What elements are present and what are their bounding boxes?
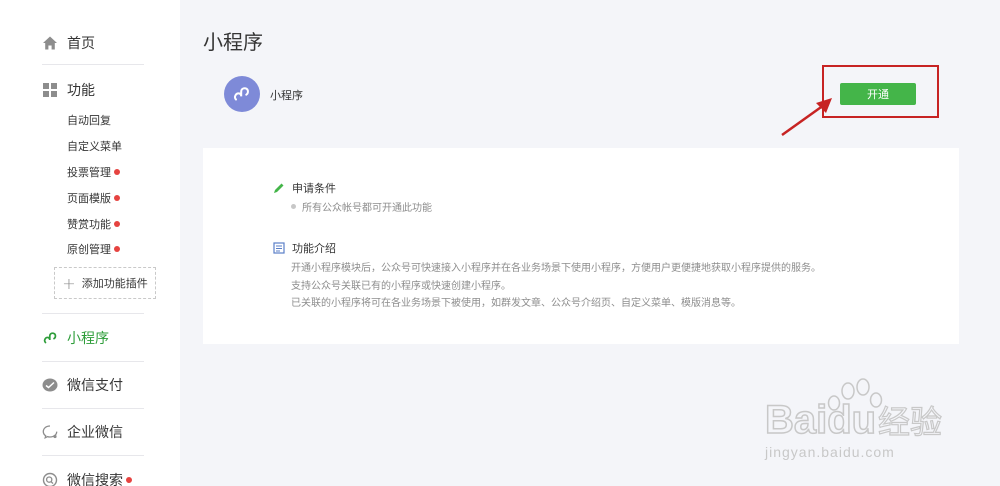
home-icon <box>42 35 58 51</box>
sidebar-divider <box>42 455 144 456</box>
arrow-annotation <box>781 98 832 137</box>
plus-icon: + <box>62 273 76 293</box>
sidebar-item-label: 页面模版 <box>67 192 111 205</box>
notification-dot <box>114 195 120 201</box>
link-icon <box>42 330 58 346</box>
sidebar-item-reward[interactable]: 赞赏功能 <box>67 216 120 232</box>
nav-features-label: 功能 <box>67 83 95 99</box>
intro-line: 开通小程序模块后，公众号可快速接入小程序并在各业务场景下使用小程序，方便用户更便… <box>291 263 821 274</box>
bullet-dot <box>291 204 296 209</box>
notification-dot <box>114 169 120 175</box>
baidu-watermark: Baidu 经验 jingyan.baidu.com <box>760 375 1000 486</box>
nav-enterprise-wechat[interactable]: 企业微信 <box>42 422 123 442</box>
nav-wechat-search[interactable]: 微信搜索 <box>42 470 132 486</box>
notification-dot <box>126 477 132 483</box>
wechat-pay-icon <box>42 377 58 393</box>
sidebar-divider <box>42 64 144 65</box>
sidebar-item-original[interactable]: 原创管理 <box>67 241 120 257</box>
sidebar-item-custom-menu[interactable]: 自定义菜单 <box>67 138 122 154</box>
requirement-item: 所有公众帐号都可开通此功能 <box>291 199 432 214</box>
page-title: 小程序 <box>203 30 263 54</box>
sidebar-item-label: 自定义菜单 <box>67 140 122 153</box>
intro-line: 支持公众号关联已有的小程序或快速创建小程序。 <box>291 281 511 292</box>
mini-program-name: 小程序 <box>270 89 303 102</box>
add-plugin-button[interactable]: + 添加功能插件 <box>54 267 156 299</box>
watermark-cn: 经验 <box>878 403 942 441</box>
nav-enterprise-wechat-label: 企业微信 <box>67 425 123 441</box>
nav-mini-program-label: 小程序 <box>67 331 109 347</box>
sidebar-item-label: 投票管理 <box>67 166 111 179</box>
nav-home[interactable]: 首页 <box>42 33 95 53</box>
sidebar-item-vote[interactable]: 投票管理 <box>67 164 120 180</box>
requirements-heading-text: 申请条件 <box>292 182 336 195</box>
mini-program-logo <box>224 76 260 112</box>
watermark-brand: Baidu <box>765 398 876 442</box>
nav-features[interactable]: 功能 <box>42 80 95 100</box>
link-icon <box>234 87 249 101</box>
pencil-icon <box>273 182 285 194</box>
sidebar-divider <box>42 361 144 362</box>
grid-icon <box>42 82 58 98</box>
sidebar-item-auto-reply[interactable]: 自动回复 <box>67 112 111 128</box>
sidebar-divider <box>42 408 144 409</box>
sidebar-divider <box>42 313 144 314</box>
open-button[interactable]: 开通 <box>840 83 916 105</box>
watermark-url: jingyan.baidu.com <box>764 444 895 460</box>
requirement-text: 所有公众帐号都可开通此功能 <box>302 203 432 214</box>
intro-line: 已关联的小程序将可在各业务场景下被使用，如群发文章、公众号介绍页、自定义菜单、模… <box>291 298 741 309</box>
nav-mini-program[interactable]: 小程序 <box>42 328 109 348</box>
intro-heading-text: 功能介绍 <box>292 242 336 255</box>
document-icon <box>273 242 285 254</box>
sidebar: 首页 功能 自动回复 自定义菜单 投票管理 页面模版 赞赏功能 原创管理 + 添… <box>0 0 180 486</box>
intro-heading: 功能介绍 <box>273 240 336 256</box>
nav-wechat-pay-label: 微信支付 <box>67 378 123 394</box>
sidebar-item-page-template[interactable]: 页面模版 <box>67 190 120 206</box>
sidebar-item-label: 赞赏功能 <box>67 218 111 231</box>
enterprise-wechat-icon <box>42 424 58 440</box>
requirements-heading: 申请条件 <box>273 180 336 196</box>
sidebar-item-label: 自动回复 <box>67 114 111 127</box>
sidebar-item-label: 原创管理 <box>67 243 111 256</box>
notification-dot <box>114 246 120 252</box>
nav-wechat-pay[interactable]: 微信支付 <box>42 375 123 395</box>
add-plugin-label: 添加功能插件 <box>81 277 148 290</box>
nav-home-label: 首页 <box>67 36 95 52</box>
search-icon <box>42 472 58 486</box>
nav-wechat-search-label: 微信搜索 <box>67 473 123 486</box>
notification-dot <box>114 221 120 227</box>
